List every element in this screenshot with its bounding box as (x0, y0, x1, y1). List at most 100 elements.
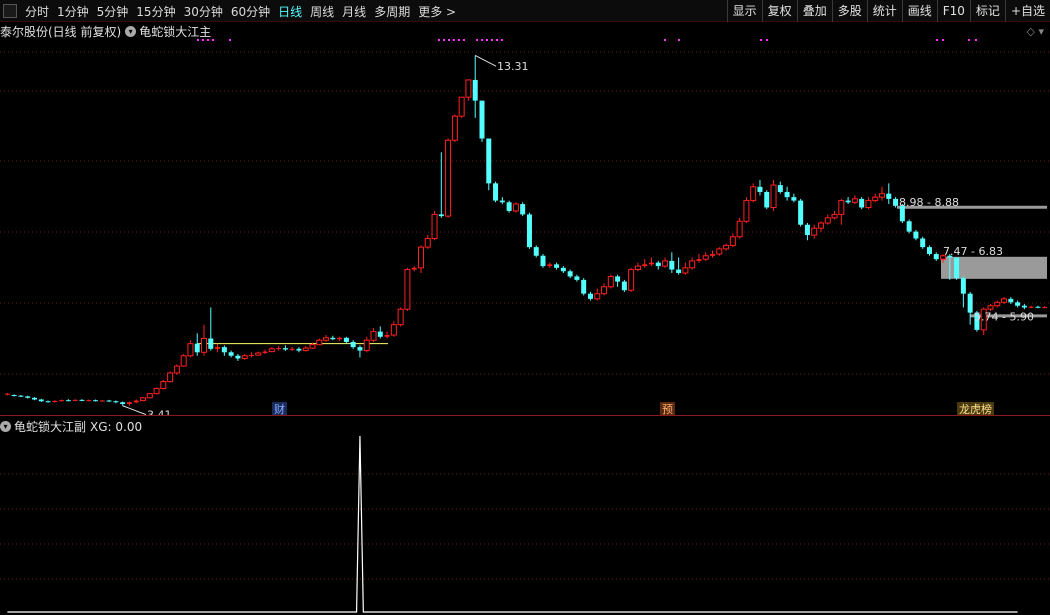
candle-body-38 (262, 351, 268, 353)
event-tag-finance-text[interactable]: 财 (274, 402, 285, 415)
sub-indicator-dropdown-icon[interactable]: ▾ (0, 421, 11, 432)
candle-body-32 (221, 347, 227, 353)
toolbar-button-8[interactable]: +自选 (1004, 0, 1050, 22)
period-tab-1[interactable]: 1分钟 (53, 3, 93, 20)
event-tag-finance[interactable]: 财 (272, 402, 287, 415)
candle-body-105 (716, 248, 723, 255)
candle-body-21 (146, 393, 153, 399)
period-tab-7[interactable]: 周线 (306, 3, 338, 20)
candle-body-35 (241, 355, 248, 359)
toolbar-button-2[interactable]: 叠加 (796, 0, 832, 22)
toolbar-button-4[interactable]: 统计 (866, 0, 902, 22)
toolbar-button-3[interactable]: 多股 (831, 0, 867, 22)
toolbar-button-7[interactable]: 标记 (969, 0, 1005, 22)
candle-body-57 (390, 324, 397, 336)
candle-body-119 (811, 227, 818, 236)
candle-body-36 (248, 355, 254, 357)
candle-body-42 (289, 348, 295, 350)
candle-body-95 (648, 262, 654, 265)
candle-body-123 (838, 200, 845, 215)
event-tag-forecast-text[interactable]: 预 (662, 403, 673, 415)
period-tab-5[interactable]: 60分钟 (227, 3, 274, 20)
main-indicator-name[interactable]: 龟蛇锁大江主 (139, 23, 211, 40)
candle-body-131 (893, 198, 899, 206)
candle-body-43 (296, 348, 302, 351)
candle-body-50 (343, 337, 349, 342)
candle-body-68 (465, 79, 472, 98)
zone2-label: 7.47 - 6.83 (943, 245, 1003, 258)
signal-dot-3 (212, 39, 214, 41)
period-tab-8[interactable]: 月线 (338, 3, 370, 20)
candle-body-3 (25, 396, 31, 398)
signal-dot-12 (481, 39, 483, 41)
candle-body-85 (581, 279, 587, 294)
candle-body-39 (268, 348, 275, 353)
xg-signal-line (7, 435, 1018, 613)
high-pointer (474, 55, 497, 67)
signal-dot-14 (491, 39, 493, 41)
diamond-icon[interactable]: ◇ (1027, 25, 1035, 38)
candle-body-125 (851, 198, 858, 203)
candle-body-46 (316, 339, 323, 346)
candle-body-72 (493, 183, 499, 201)
candle-body-118 (804, 224, 810, 236)
event-tag-dragon-tiger-text[interactable]: 龙虎榜 (959, 402, 992, 415)
candle-body-99 (676, 269, 682, 273)
event-tag-dragon-tiger[interactable]: 龙虎榜 (957, 402, 994, 415)
period-tabs: 分时 1分钟 5分钟 15分钟 30分钟 60分钟 日线 周线 月线 多周期 更多 > (0, 0, 460, 22)
candle-body-151 (1028, 306, 1034, 308)
candle-body-153 (1042, 307, 1048, 309)
period-tab-10[interactable]: 更多 > (414, 3, 460, 20)
candle-body-94 (642, 264, 648, 267)
candle-body-84 (574, 276, 580, 280)
candle-body-59 (404, 269, 411, 310)
candle-body-141 (960, 278, 966, 294)
signal-dot-23 (968, 39, 970, 41)
candle-body-26 (180, 355, 187, 367)
period-tab-3[interactable]: 15分钟 (132, 3, 179, 20)
candle-body-70 (479, 100, 485, 139)
period-tab-4[interactable]: 30分钟 (180, 3, 227, 20)
candle-body-2 (18, 395, 24, 397)
panel-toggle-icon[interactable] (3, 4, 17, 18)
candle-body-112 (764, 191, 770, 208)
signal-dot-5 (438, 39, 440, 41)
toolbar-button-6[interactable]: F10 (936, 0, 970, 22)
candle-body-31 (215, 347, 221, 349)
main-chart[interactable]: 13.313.418.98 - 8.887.47 - 6.835.74 - 5.… (0, 39, 1050, 415)
candle-body-8 (59, 400, 65, 402)
candle-body-29 (201, 337, 208, 353)
toolbar-button-1[interactable]: 复权 (761, 0, 797, 22)
candle-body-82 (560, 267, 566, 272)
signal-dot-7 (448, 39, 450, 41)
candle-body-17 (120, 402, 126, 404)
candle-body-58 (397, 308, 404, 326)
candle-body-91 (621, 281, 627, 291)
toolbar-button-0[interactable]: 显示 (726, 0, 762, 22)
candle-body-80 (547, 264, 553, 267)
period-tab-2[interactable]: 5分钟 (93, 3, 133, 20)
signal-dot-15 (496, 39, 498, 41)
period-tab-0[interactable]: 分时 (21, 3, 53, 20)
candle-body-9 (65, 400, 71, 402)
info-bar: 泰尔股份(日线 前复权) ▾ 龟蛇锁大江主 (0, 23, 211, 39)
signal-dot-9 (458, 39, 460, 41)
dropdown-icon[interactable]: ▾ (1038, 25, 1044, 38)
period-tab-9[interactable]: 多周期 (370, 3, 414, 20)
candle-body-148 (1008, 298, 1014, 303)
candle-body-90 (615, 276, 621, 282)
toolbar-button-5[interactable]: 画线 (901, 0, 937, 22)
candle-body-150 (1021, 305, 1027, 308)
event-tag-forecast[interactable]: 预 (660, 402, 675, 415)
candle-body-24 (167, 372, 174, 383)
candle-body-103 (702, 255, 709, 260)
candle-body-40 (276, 348, 282, 350)
indicator-dropdown-icon[interactable]: ▾ (125, 25, 137, 37)
candle-body-126 (859, 198, 865, 208)
candle-body-47 (323, 337, 330, 341)
candle-body-83 (567, 271, 573, 277)
sub-chart[interactable] (0, 432, 1050, 615)
candle-body-54 (370, 331, 377, 341)
period-tab-6[interactable]: 日线 (274, 3, 306, 20)
candle-body-114 (777, 185, 783, 192)
